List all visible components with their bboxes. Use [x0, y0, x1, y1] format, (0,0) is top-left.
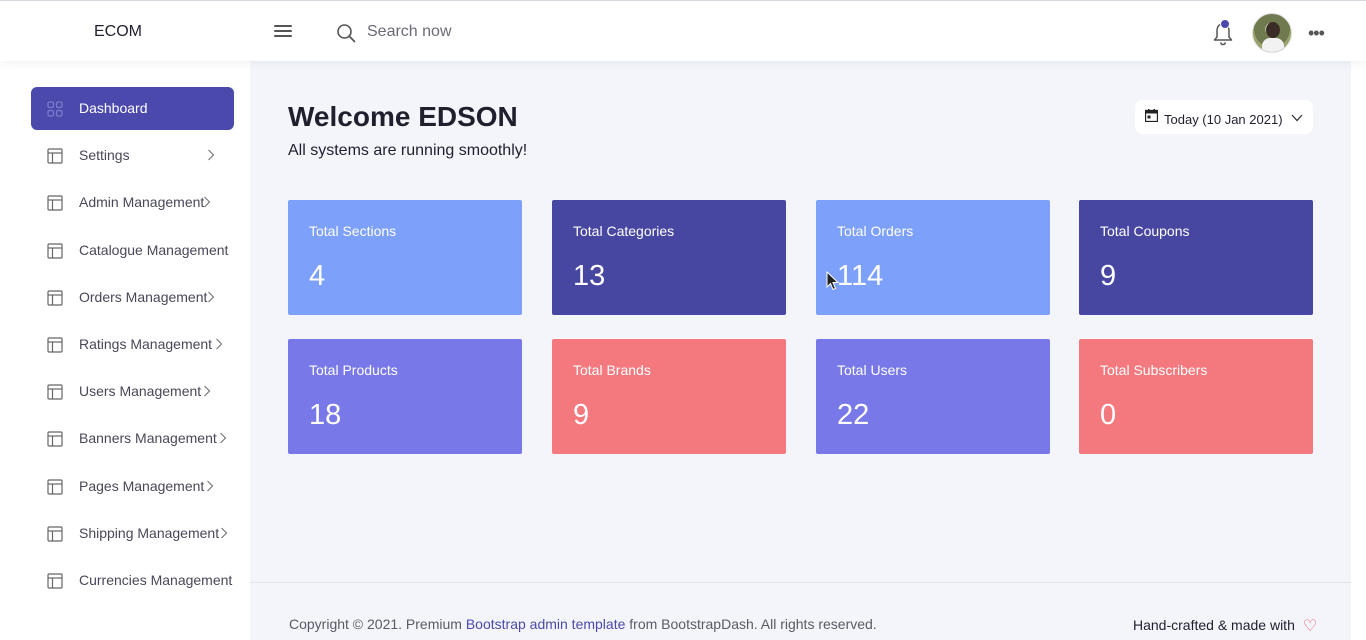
layout-icon — [47, 337, 63, 353]
date-selector[interactable]: Today (10 Jan 2021) — [1135, 100, 1313, 134]
chevron-right-icon — [208, 149, 215, 161]
search-input[interactable] — [367, 20, 667, 44]
layout-icon — [47, 195, 63, 211]
stat-card-title: Total Orders — [837, 223, 914, 239]
credit-text: Hand-crafted & made with — [1133, 617, 1295, 633]
stat-card-total-subscribers[interactable]: Total Subscribers 0 — [1079, 339, 1313, 454]
copyright-text: Copyright © 2021. Premium — [289, 616, 466, 632]
layout-icon — [47, 148, 63, 164]
stat-card-total-products[interactable]: Total Products 18 — [288, 339, 522, 454]
chevron-down-icon — [1291, 114, 1303, 122]
sidebar-item-orders-management[interactable]: Orders Management — [31, 276, 234, 319]
stat-card-title: Total Products — [309, 362, 398, 378]
stat-card-title: Total Categories — [573, 223, 675, 239]
stat-card-total-users[interactable]: Total Users 22 — [816, 339, 1050, 454]
page-title: Welcome EDSON — [288, 101, 518, 132]
date-label: Today (10 Jan 2021) — [1164, 112, 1283, 127]
stat-card-total-sections[interactable]: Total Sections 4 — [288, 200, 522, 315]
chevron-right-icon — [204, 385, 211, 397]
grid-icon — [47, 101, 63, 117]
stat-card-value: 13 — [573, 260, 606, 292]
brand-logo[interactable]: ECOM — [94, 23, 142, 41]
stat-card-value: 114 — [837, 260, 884, 292]
chevron-right-icon — [220, 432, 227, 444]
notification-dot — [1220, 19, 1230, 29]
scrollbar-track[interactable] — [1351, 61, 1366, 640]
stat-card-value: 0 — [1100, 399, 1117, 431]
sidebar-item-label: Users Management — [79, 383, 202, 399]
sidebar-item-catalogue-management[interactable]: Catalogue Management — [31, 229, 234, 272]
layout-icon — [47, 431, 63, 447]
chevron-right-icon — [216, 338, 223, 350]
layout-icon — [47, 479, 63, 495]
sidebar-item-label: Settings — [79, 147, 130, 163]
layout-icon — [47, 290, 63, 306]
bootstrap-template-link[interactable]: Bootstrap admin template — [466, 616, 626, 632]
stat-card-title: Total Brands — [573, 362, 651, 378]
sidebar-item-label: Pages Management — [79, 478, 205, 494]
sidebar-item-label: Catalogue Management — [79, 242, 229, 258]
footer: Copyright © 2021. Premium Bootstrap admi… — [250, 582, 1351, 640]
stat-card-title: Total Subscribers — [1100, 362, 1208, 378]
stat-card-value: 18 — [309, 399, 342, 431]
stat-card-total-orders[interactable]: Total Orders 114 — [816, 200, 1050, 315]
sidebar: Dashboard Settings Admin Management Catalog… — [0, 61, 250, 640]
stat-card-title: Total Users — [837, 362, 908, 378]
stat-card-total-coupons[interactable]: Total Coupons 9 — [1079, 200, 1313, 315]
sidebar-item-currencies-management[interactable]: Currencies Management — [31, 559, 234, 602]
page-subtitle: All systems are running smoothly! — [288, 142, 528, 159]
chevron-right-icon — [204, 196, 211, 208]
sidebar-item-ratings-management[interactable]: Ratings Management — [31, 323, 234, 366]
stat-card-total-brands[interactable]: Total Brands 9 — [552, 339, 786, 454]
sidebar-item-pages-management[interactable]: Pages Management — [31, 465, 234, 508]
stat-card-value: 9 — [1100, 260, 1117, 292]
sidebar-item-label: Admin Management — [79, 194, 205, 210]
main-content: Welcome EDSON All systems are running sm… — [250, 61, 1351, 640]
sidebar-item-banners-management[interactable]: Banners Management — [31, 417, 234, 460]
stat-card-total-categories[interactable]: Total Categories 13 — [552, 200, 786, 315]
top-navbar: ECOM ••• — [0, 0, 1366, 61]
footer-credit: Hand-crafted & made with ♡ — [1133, 616, 1317, 636]
stat-card-title: Total Coupons — [1100, 223, 1190, 239]
chevron-right-icon — [207, 480, 214, 492]
footer-copyright: Copyright © 2021. Premium Bootstrap admi… — [289, 616, 877, 632]
stat-card-value: 22 — [837, 399, 870, 431]
sidebar-item-users-management[interactable]: Users Management — [31, 370, 234, 413]
heart-icon: ♡ — [1302, 618, 1318, 635]
sidebar-item-label: Orders Management — [79, 289, 208, 305]
mouse-cursor-icon — [826, 271, 840, 291]
sidebar-item-shipping-management[interactable]: Shipping Management — [31, 512, 234, 555]
sidebar-item-dashboard[interactable]: Dashboard — [31, 87, 234, 130]
chevron-right-icon — [221, 527, 228, 539]
sidebar-item-admin-management[interactable]: Admin Management — [31, 181, 234, 224]
sidebar-item-label: Dashboard — [79, 100, 148, 116]
user-avatar[interactable] — [1252, 13, 1292, 53]
copyright-suffix: from BootstrapDash. All rights reserved. — [625, 616, 877, 632]
stat-card-value: 4 — [309, 260, 326, 292]
sidebar-item-settings[interactable]: Settings — [31, 134, 234, 177]
layout-icon — [47, 243, 63, 259]
layout-icon — [47, 526, 63, 542]
menu-toggle-icon[interactable] — [274, 25, 292, 39]
layout-icon — [47, 573, 63, 589]
sidebar-item-label: Currencies Management — [79, 572, 233, 588]
sidebar-item-label: Shipping Management — [79, 525, 220, 541]
calendar-icon — [1145, 109, 1158, 122]
stat-card-value: 9 — [573, 399, 590, 431]
sidebar-item-label: Banners Management — [79, 430, 217, 446]
chevron-right-icon — [208, 291, 215, 303]
layout-icon — [47, 384, 63, 400]
stat-card-title: Total Sections — [309, 223, 397, 239]
more-options-icon[interactable]: ••• — [1308, 23, 1330, 43]
sidebar-item-label: Ratings Management — [79, 336, 213, 352]
search-icon — [337, 24, 356, 43]
